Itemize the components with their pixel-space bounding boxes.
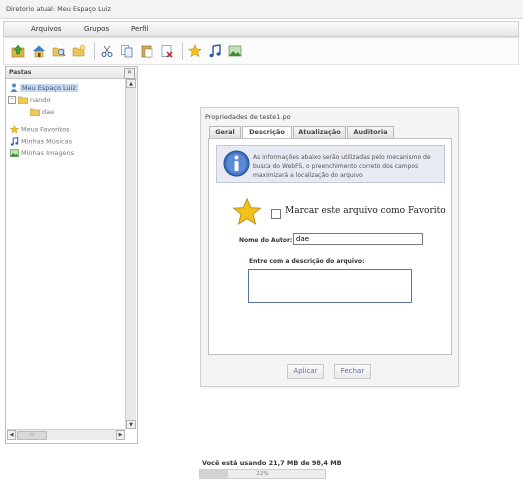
tree-item-label: Minhas Músicas — [21, 137, 72, 146]
favorite-star-icon — [232, 197, 262, 225]
collapse-toggle-icon[interactable]: − — [8, 96, 16, 104]
description-field[interactable] — [248, 269, 412, 303]
storage-usage-text: Você está usando 21,7 MB de 98,4 MB — [202, 459, 342, 467]
tree-item-label: nando — [30, 96, 51, 104]
description-label: Entre com a descrição do arquivo: — [249, 258, 365, 265]
scroll-thumb[interactable]: //// — [17, 431, 47, 440]
scroll-up-button[interactable]: ▲ — [126, 79, 136, 88]
close-button[interactable]: Fechar — [334, 364, 371, 379]
home-icon[interactable] — [32, 44, 46, 58]
scroll-left-button[interactable]: ◀ — [7, 430, 16, 440]
favorite-checkbox[interactable] — [271, 209, 281, 219]
menu-perfil[interactable]: Perfil — [131, 25, 149, 33]
tree-item-label: Meus Favoritos — [21, 125, 70, 134]
toolbar-separator — [94, 42, 95, 60]
horizontal-scrollbar[interactable]: ◀ //// ▶ — [7, 429, 125, 440]
tree-item-dae[interactable]: dae — [30, 108, 54, 116]
tree-item-minhas-imagens[interactable]: Minhas Imagens — [10, 149, 74, 157]
folder-search-icon[interactable] — [52, 44, 66, 58]
folder-icon — [30, 108, 40, 116]
info-box: As informações abaixo serão utilizadas p… — [216, 145, 445, 183]
new-folder-icon[interactable] — [72, 44, 86, 58]
tree-item-meus-favoritos[interactable]: Meus Favoritos — [10, 125, 70, 134]
star-icon — [10, 125, 19, 134]
image-icon[interactable] — [228, 44, 242, 58]
image-icon — [10, 149, 19, 157]
cut-icon[interactable] — [100, 44, 114, 58]
current-directory-bar: Diretorio atual: Meu Espaço Luiz — [0, 0, 523, 19]
tree-item-label: Meu Espaço Luiz — [20, 83, 78, 92]
tree-item-label: Minhas Imagens — [21, 149, 74, 157]
dialog-title: Propriedades de teste1.po — [205, 113, 291, 121]
paste-icon[interactable] — [140, 44, 154, 58]
apply-button[interactable]: Aplicar — [287, 364, 324, 379]
storage-usage-percent: 22% — [256, 471, 269, 477]
tree-item-minhas-musicas[interactable]: Minhas Músicas — [10, 137, 72, 146]
favorite-star-icon[interactable] — [188, 44, 202, 58]
user-icon — [10, 83, 18, 92]
toolbar-separator — [182, 42, 183, 60]
storage-usage-bar: 22% — [199, 469, 326, 479]
folder-icon — [18, 96, 28, 104]
menu-bar: Arquivos Grupos Perfil — [3, 21, 519, 37]
tree-item-label: dae — [42, 108, 55, 116]
tab-content: As informações abaixo serão utilizadas p… — [208, 138, 452, 355]
tab-atualizacao[interactable]: Atualização — [293, 126, 346, 138]
tree-item-meu-espaco[interactable]: Meu Espaço Luiz — [10, 83, 78, 92]
author-label: Nome do Autor: — [239, 237, 293, 244]
tab-geral[interactable]: Geral — [209, 126, 241, 138]
music-icon[interactable] — [208, 44, 222, 58]
delete-icon[interactable] — [160, 44, 174, 58]
tab-auditoria[interactable]: Auditoria — [347, 126, 394, 138]
properties-dialog: Propriedades de teste1.po Geral Descriçã… — [200, 107, 459, 387]
author-field[interactable] — [293, 233, 423, 245]
folders-panel-title: Pastas — [9, 69, 32, 76]
scroll-right-button[interactable]: ▶ — [116, 430, 125, 440]
info-icon — [223, 150, 250, 177]
vertical-scrollbar[interactable]: ▲ ▼ — [125, 79, 136, 429]
copy-icon[interactable] — [120, 44, 134, 58]
current-directory-text: Diretorio atual: Meu Espaço Luiz — [6, 5, 111, 13]
menu-grupos[interactable]: Grupos — [84, 25, 109, 33]
close-panel-button[interactable]: ✕ — [124, 68, 135, 79]
info-text: As informações abaixo serão utilizadas p… — [253, 154, 431, 179]
favorite-checkbox-label: Marcar este arquivo como Favorito — [285, 206, 446, 216]
music-icon — [10, 137, 19, 146]
menu-arquivos[interactable]: Arquivos — [31, 25, 61, 33]
folders-panel: Pastas ✕ Meu Espaço Luiz − nando dae Meu… — [5, 66, 138, 444]
folders-panel-header: Pastas ✕ — [6, 67, 137, 79]
upload-icon[interactable] — [11, 44, 25, 58]
tree-item-nando[interactable]: − nando — [8, 96, 50, 104]
scroll-down-button[interactable]: ▼ — [126, 420, 136, 429]
toolbar — [3, 37, 519, 65]
